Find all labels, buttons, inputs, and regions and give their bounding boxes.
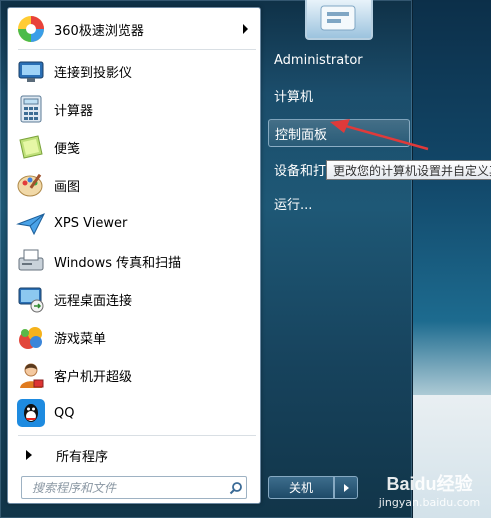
program-item-label: 便笺 — [54, 141, 81, 157]
program-item-label: 客户机开超级 — [54, 369, 133, 385]
program-item-paint[interactable]: 画图 — [10, 167, 258, 203]
sticky-notes-icon — [14, 130, 48, 164]
shutdown-button[interactable]: 关机 — [268, 476, 334, 499]
programs-panel: 360极速浏览器 连接到投影仪 计算器 便笺 画图 XPS Viewer Win… — [7, 7, 261, 504]
watermark-url: jingyan.baidu.com — [378, 496, 481, 509]
calculator-icon — [14, 92, 48, 126]
program-item-label: 360极速浏览器 — [54, 23, 144, 39]
chevron-right-icon — [26, 450, 32, 460]
tooltip-text: 更改您的计算机设置并自定义其功能。 — [333, 163, 491, 178]
program-item-xps-viewer[interactable]: XPS Viewer — [10, 205, 258, 241]
browser-360-icon — [14, 12, 48, 46]
program-item-sticky-notes[interactable]: 便笺 — [10, 129, 258, 165]
program-item-label: 画图 — [54, 179, 81, 195]
program-item-label: 远程桌面连接 — [54, 293, 133, 309]
all-programs-label: 所有程序 — [56, 449, 109, 465]
qq-icon — [14, 396, 48, 430]
right-item-label: 计算机 — [274, 89, 314, 105]
program-item-fax-scan[interactable]: Windows 传真和扫描 — [10, 243, 258, 279]
program-item-client[interactable]: 客户机开超级 — [10, 357, 258, 393]
divider — [18, 49, 256, 50]
divider — [18, 435, 256, 436]
shutdown-label: 关机 — [288, 481, 313, 495]
right-item-administrator[interactable]: Administrator — [268, 47, 408, 73]
fax-scan-icon — [14, 244, 48, 278]
start-menu: 360极速浏览器 连接到投影仪 计算器 便笺 画图 XPS Viewer Win… — [0, 0, 413, 518]
right-item-label: 设备和打印机 — [274, 163, 330, 179]
user-picture[interactable] — [305, 0, 373, 40]
program-item-label: Windows 传真和扫描 — [54, 255, 182, 271]
program-item-label: 计算器 — [54, 103, 94, 119]
submenu-arrow-icon[interactable] — [243, 24, 248, 34]
all-programs-button[interactable]: 所有程序 — [10, 441, 258, 469]
program-item-360-browser[interactable]: 360极速浏览器 — [10, 11, 258, 47]
program-item-calculator[interactable]: 计算器 — [10, 91, 258, 127]
program-item-remote-desktop[interactable]: 远程桌面连接 — [10, 281, 258, 317]
games-icon — [14, 320, 48, 354]
watermark-logo-text: Baidu经验 — [386, 474, 473, 494]
chevron-right-icon — [343, 483, 349, 492]
program-item-label: QQ — [54, 405, 75, 421]
watermark: Baidu经验 jingyan.baidu.com — [372, 470, 487, 514]
program-item-label: XPS Viewer — [54, 215, 128, 231]
program-item-projector[interactable]: 连接到投影仪 — [10, 53, 258, 89]
right-item-run[interactable]: 运行... — [268, 190, 408, 216]
program-item-label: 游戏菜单 — [54, 331, 107, 347]
annotation-arrow-icon — [330, 119, 429, 151]
program-item-qq[interactable]: QQ — [10, 395, 258, 431]
right-item-label: Administrator — [274, 52, 363, 68]
right-item-label: 运行... — [274, 197, 313, 213]
xps-viewer-icon — [14, 206, 48, 240]
right-item-devices-printers[interactable]: 设备和打印机 — [268, 156, 330, 182]
control-panel-tooltip: 更改您的计算机设置并自定义其功能。 — [326, 160, 491, 180]
projector-icon — [14, 54, 48, 88]
remote-desktop-icon — [14, 282, 48, 316]
right-item-computer[interactable]: 计算机 — [268, 82, 408, 108]
paint-icon — [14, 168, 48, 202]
program-item-label: 连接到投影仪 — [54, 65, 133, 81]
user-client-icon — [14, 358, 48, 392]
shutdown-options-button[interactable] — [334, 476, 358, 499]
search-box[interactable]: 搜索程序和文件 — [21, 476, 247, 499]
search-input[interactable]: 搜索程序和文件 — [32, 479, 226, 496]
search-icon[interactable] — [226, 478, 246, 498]
program-item-games[interactable]: 游戏菜单 — [10, 319, 258, 355]
